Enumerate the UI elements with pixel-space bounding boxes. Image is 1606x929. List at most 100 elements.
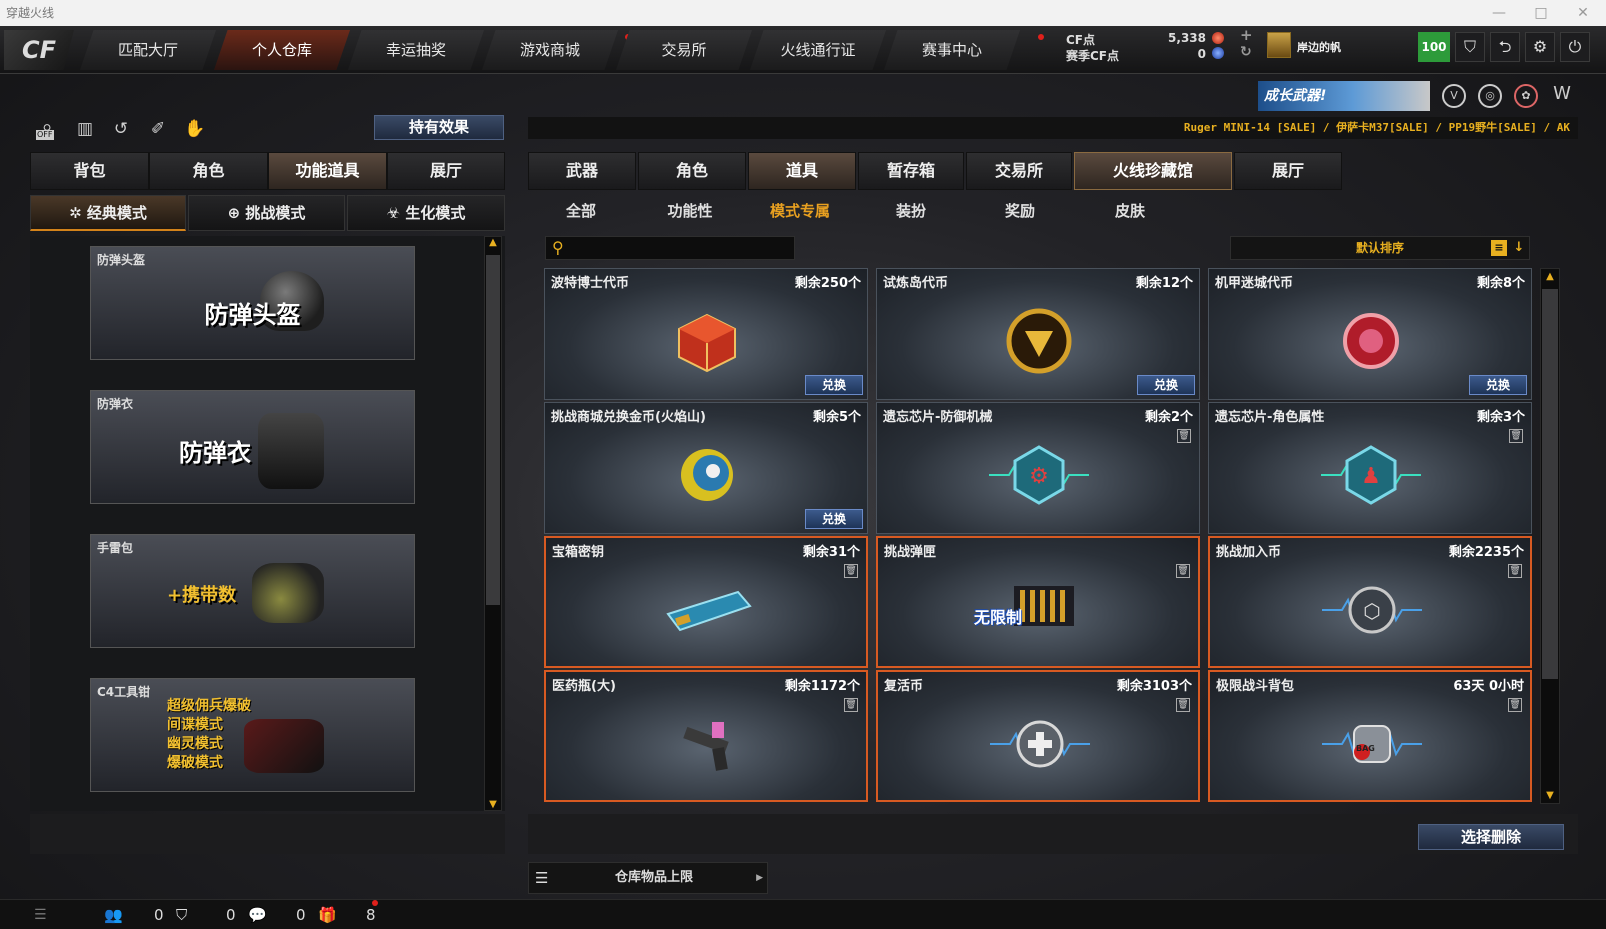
item-card[interactable]: 遗忘芯片-角色属性 剩余3个 🗑 ♟ xyxy=(1208,402,1532,534)
sort-direction-icon[interactable]: ↓ xyxy=(1511,237,1527,259)
left-scroll-thumb[interactable] xyxy=(486,255,500,605)
item-grenade-pack[interactable]: 手雷包 +携带数 xyxy=(90,534,415,648)
settings-gear-icon[interactable]: ⚙ xyxy=(1525,32,1555,62)
trash-icon[interactable]: 🗑 xyxy=(844,698,858,712)
scroll-down-arrow-icon[interactable]: ▼ xyxy=(485,799,501,810)
subtab-functional[interactable]: 功能性 xyxy=(650,200,730,221)
gift-icon[interactable]: 🎁 xyxy=(318,900,337,929)
nav-tab-battle-pass[interactable]: 火线通行证 xyxy=(750,30,886,70)
item-card[interactable]: 遗忘芯片-防御机械 剩余2个 🗑 ⚙ xyxy=(876,402,1200,534)
scroll-up-arrow-icon[interactable]: ▲ xyxy=(485,237,501,248)
tab-showroom[interactable]: 展厅 xyxy=(387,152,505,190)
brush-icon[interactable]: ✐ xyxy=(145,116,171,142)
toggle-off-icon[interactable]: ⚲ OFF xyxy=(34,116,60,142)
trash-icon[interactable]: 🗑 xyxy=(1508,564,1522,578)
subtab-rewards[interactable]: 奖励 xyxy=(980,200,1060,221)
tab-trade[interactable]: 交易所 xyxy=(966,152,1072,190)
nav-tab-shop[interactable]: 游戏商城 xyxy=(482,30,618,70)
rank-badge-icon[interactable] xyxy=(1267,32,1291,58)
item-card[interactable]: 宝箱密钥 剩余31个 🗑 xyxy=(544,536,868,668)
return-icon[interactable]: ⮌ xyxy=(1490,32,1520,62)
trash-icon[interactable]: 🗑 xyxy=(1509,429,1523,443)
trash-icon[interactable]: 🗑 xyxy=(844,564,858,578)
trash-icon[interactable]: 🗑 xyxy=(1176,698,1190,712)
maximize-button[interactable]: □ xyxy=(1520,0,1562,26)
item-card[interactable]: 波特博士代币 剩余250个 兑换 xyxy=(544,268,868,400)
trash-icon[interactable]: 🗑 xyxy=(1176,564,1190,578)
tab-weapons[interactable]: 武器 xyxy=(528,152,636,190)
mode-challenge[interactable]: ⊕ 挑战模式 xyxy=(188,195,345,231)
list-view-icon[interactable]: ≡ xyxy=(1491,240,1507,256)
search-input[interactable]: ⚲ xyxy=(545,236,795,260)
close-button[interactable]: ✕ xyxy=(1562,0,1604,26)
select-delete-button[interactable]: 选择删除 xyxy=(1418,824,1564,850)
tab-props[interactable]: 道具 xyxy=(748,152,856,190)
scroll-down-arrow-icon[interactable]: ▼ xyxy=(1541,790,1559,801)
subtab-all[interactable]: 全部 xyxy=(541,200,621,221)
tab-character[interactable]: 角色 xyxy=(149,152,268,190)
tab-backpack[interactable]: 背包 xyxy=(30,152,149,190)
refresh-points-button[interactable]: ↻ xyxy=(1240,44,1252,60)
redeem-button[interactable]: 兑换 xyxy=(1469,375,1527,395)
nav-tab-warehouse[interactable]: 个人仓库 xyxy=(214,30,350,70)
add-points-button[interactable]: + xyxy=(1240,26,1253,44)
nav-tab-exchange[interactable]: 交易所 xyxy=(616,30,752,70)
holding-effect-button[interactable]: 持有效果 xyxy=(374,115,504,140)
item-card[interactable]: 挑战加入币 剩余2235个 🗑 ⬡ xyxy=(1208,536,1532,668)
redeem-button[interactable]: 兑换 xyxy=(805,509,863,529)
tab-storage[interactable]: 暂存箱 xyxy=(858,152,964,190)
item-c4-pliers[interactable]: C4工具钳 超级佣兵爆破 间谍模式 幽灵模式 爆破模式 xyxy=(90,678,415,792)
growth-weapon-banner[interactable]: 成长武器! xyxy=(1258,81,1430,111)
sort-dropdown[interactable]: 默认排序 ≡ ↓ xyxy=(1230,236,1530,260)
item-card[interactable]: 机甲迷城代币 剩余8个 兑换 xyxy=(1208,268,1532,400)
redeem-button[interactable]: 兑换 xyxy=(805,375,863,395)
shield-icon[interactable]: ⛉ xyxy=(1455,32,1485,62)
mouse-icon[interactable]: ✋ xyxy=(182,116,208,142)
item-card[interactable]: 挑战弹匣 🗑 无限制 xyxy=(876,536,1200,668)
item-vest[interactable]: 防弹衣 防弹衣 xyxy=(90,390,415,504)
history-icon[interactable]: ↺ xyxy=(108,116,134,142)
subtab-outfit[interactable]: 装扮 xyxy=(871,200,951,221)
nav-tab-match-lobby[interactable]: 匹配大厅 xyxy=(80,30,216,70)
clan-shield-icon[interactable]: ⛉ xyxy=(176,900,187,929)
subtab-skins[interactable]: 皮肤 xyxy=(1090,200,1170,221)
item-card[interactable]: 医药瓶(大) 剩余1172个 🗑 xyxy=(544,670,868,802)
nav-tab-events[interactable]: 赛事中心 xyxy=(884,30,1020,70)
item-helmet[interactable]: 防弹头盔 防弹头盔 xyxy=(90,246,415,360)
item-card[interactable]: 极限战斗背包 63天 0小时 🗑 BAG xyxy=(1208,670,1532,802)
trash-icon[interactable]: 🗑 xyxy=(1177,429,1191,443)
tab-roles[interactable]: 角色 xyxy=(638,152,746,190)
menu-list-icon[interactable]: ☰ xyxy=(34,900,47,929)
subtab-mode-exclusive[interactable]: 模式专属 xyxy=(760,200,840,221)
scroll-up-arrow-icon[interactable]: ▲ xyxy=(1541,271,1559,282)
gold-coin-icon xyxy=(1006,308,1072,374)
tab-right-showroom[interactable]: 展厅 xyxy=(1234,152,1342,190)
nav-tab-lottery[interactable]: 幸运抽奖 xyxy=(348,30,484,70)
right-scrollbar[interactable]: ▲ ▼ xyxy=(1540,268,1560,804)
cf-logo[interactable]: CF xyxy=(4,30,74,70)
friends-icon[interactable]: 👥 xyxy=(104,900,123,929)
item-card[interactable]: 复活币 剩余3103个 🗑 xyxy=(876,670,1200,802)
warehouse-capacity[interactable]: ☰ 仓库物品上限 ▶ xyxy=(528,862,768,894)
minimize-button[interactable]: — xyxy=(1478,0,1520,26)
events-notification-dot xyxy=(1038,34,1044,40)
mode-classic[interactable]: ✲ 经典模式 xyxy=(30,195,186,231)
power-icon[interactable]: ⏻ xyxy=(1560,32,1590,62)
w-logo-icon[interactable]: W xyxy=(1550,84,1574,108)
expand-arrow-icon[interactable]: ▶ xyxy=(756,863,763,893)
item-card[interactable]: 试炼岛代币 剩余12个 兑换 xyxy=(876,268,1200,400)
redeem-button[interactable]: 兑换 xyxy=(1137,375,1195,395)
ranking-icon[interactable]: ▥ xyxy=(72,116,98,142)
mode-biochem[interactable]: ☣ 生化模式 xyxy=(347,195,505,231)
right-scroll-thumb[interactable] xyxy=(1542,289,1558,679)
globe-icon[interactable]: ◎ xyxy=(1478,84,1502,108)
item-quantity: 剩余12个 xyxy=(1135,276,1193,291)
left-scrollbar[interactable]: ▲ ▼ xyxy=(484,236,502,811)
tab-functional-items[interactable]: 功能道具 xyxy=(268,152,387,190)
tab-collection-hall[interactable]: 火线珍藏馆 xyxy=(1074,152,1232,190)
item-card[interactable]: 挑战商城兑换金币(火焰山) 剩余5个 兑换 xyxy=(544,402,868,534)
chat-icon[interactable]: 💬 xyxy=(248,900,267,929)
flower-icon[interactable]: ✿ xyxy=(1514,84,1538,108)
badge-icon[interactable]: V xyxy=(1442,84,1466,108)
trash-icon[interactable]: 🗑 xyxy=(1508,698,1522,712)
